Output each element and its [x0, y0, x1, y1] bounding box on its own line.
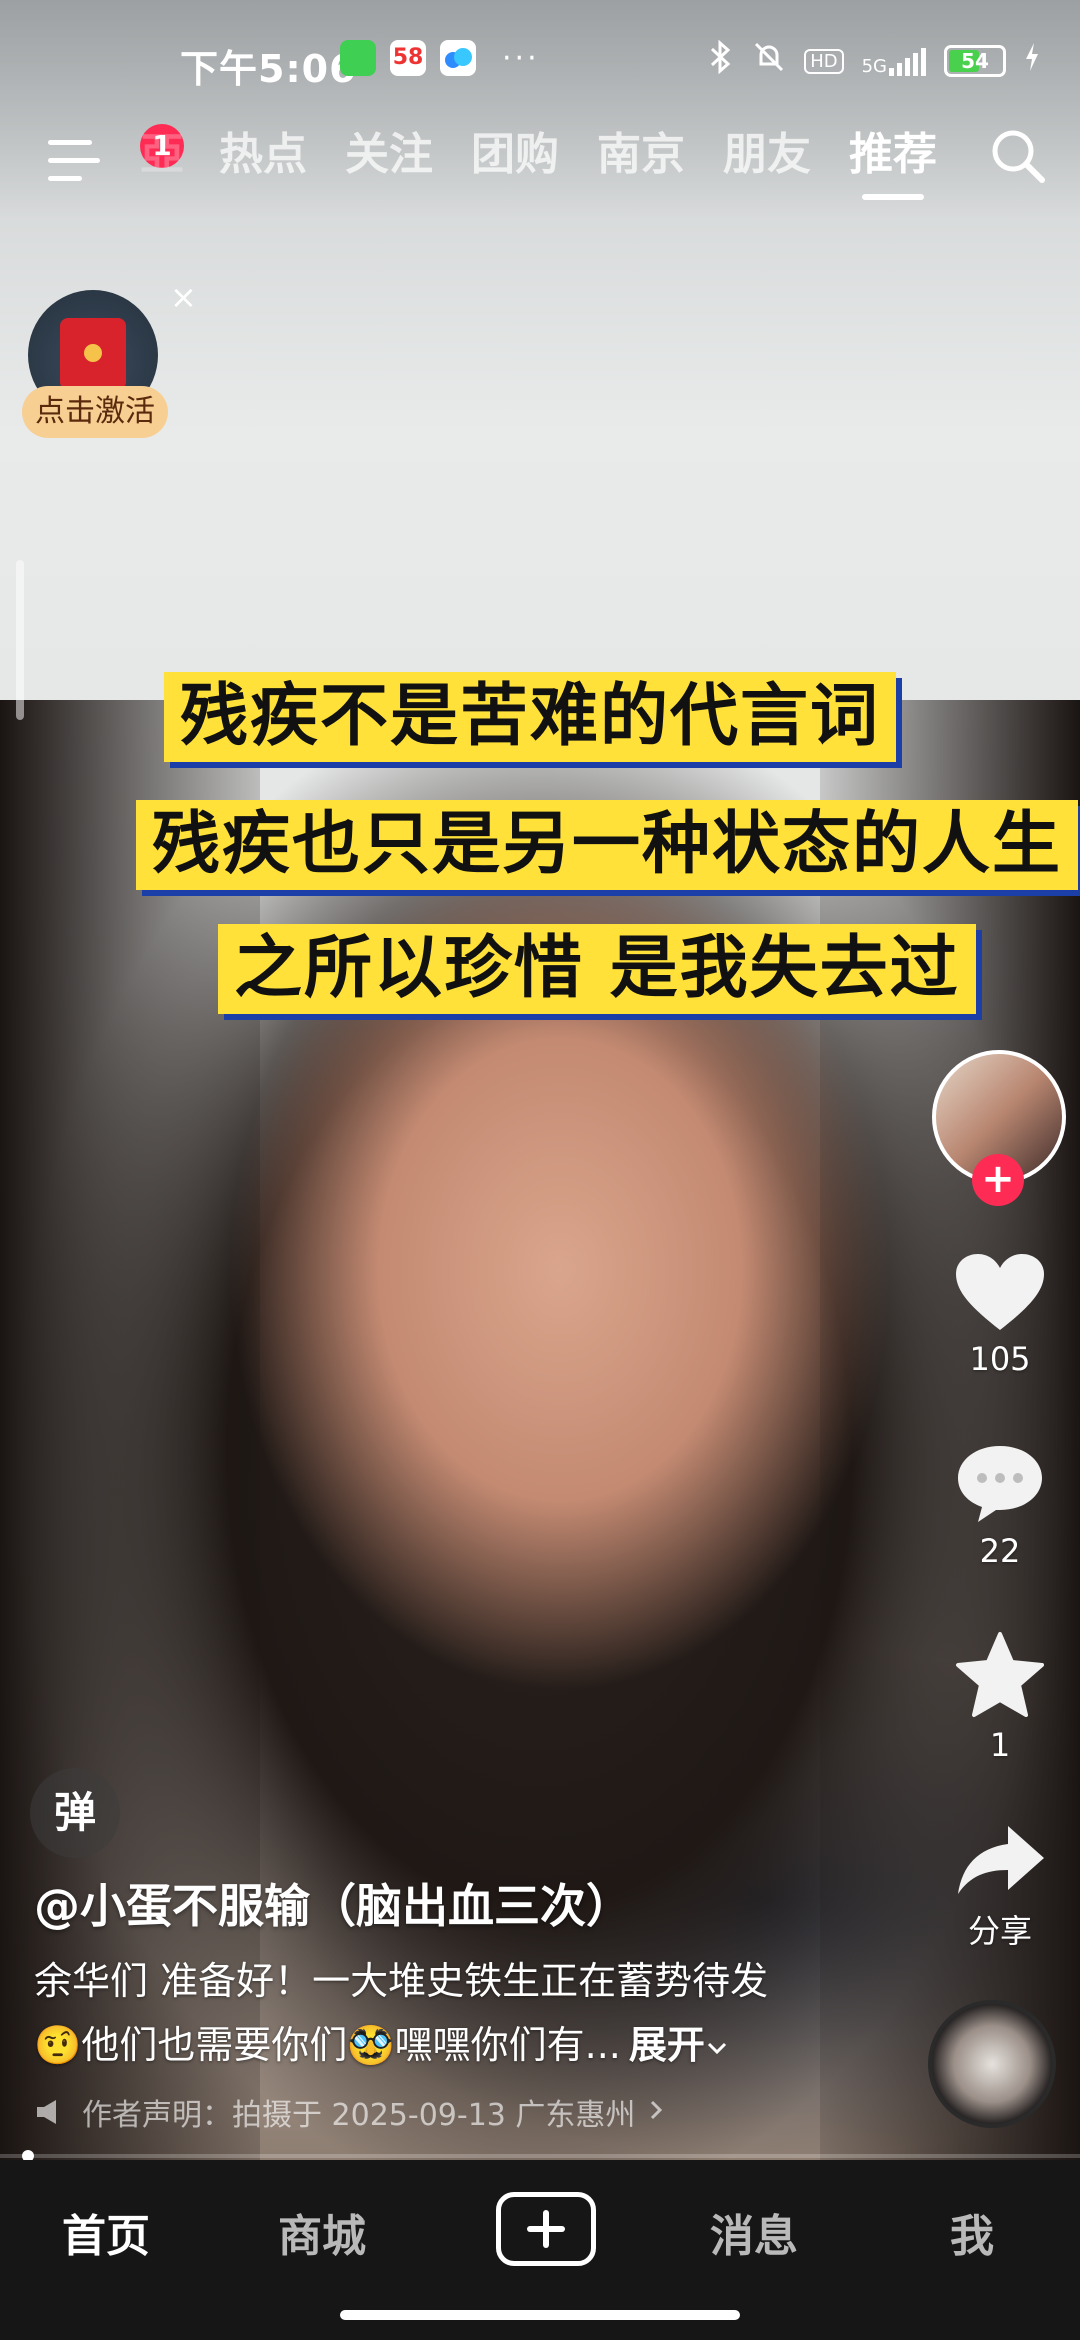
tab-hot[interactable]: 热点: [200, 120, 326, 200]
home-indicator[interactable]: [340, 2310, 740, 2320]
cloud-app-icon: [440, 40, 476, 76]
screen: { "status_bar": { "time": "下午5:06", "app…: [0, 0, 1080, 2340]
tab-me[interactable]: 我: [950, 2200, 994, 2264]
status-right-icons: HD 5G 54: [708, 39, 1040, 82]
description-line-1: 余华们 准备好！一大堆史铁生正在蓄势待发: [34, 1959, 769, 2003]
mute-bell-icon: [752, 40, 786, 82]
menu-button[interactable]: 1: [48, 124, 184, 190]
follow-button[interactable]: +: [972, 1154, 1024, 1206]
signal-bars: [889, 46, 926, 76]
red-packet-label: 点击激活: [22, 386, 168, 438]
more-notifications-icon: ···: [502, 40, 540, 76]
video-progress-bar[interactable]: [0, 2150, 1080, 2162]
side-scroll-handle[interactable]: [16, 560, 24, 720]
share-label: 分享: [967, 1912, 1032, 1950]
search-icon[interactable]: [986, 124, 1050, 188]
expand-button[interactable]: 展开: [629, 2023, 729, 2067]
tab-recommended[interactable]: 推荐: [830, 120, 956, 200]
share-button[interactable]: 分享: [920, 1820, 1080, 1952]
tab-group-buy[interactable]: 团购: [452, 120, 578, 200]
favorite-count: 1: [989, 1726, 1011, 1764]
chevron-down-icon: [705, 2023, 729, 2067]
favorite-button[interactable]: 1: [920, 1630, 1080, 1764]
bottom-tab-bar: 首页 商城 消息 我: [0, 2160, 1080, 2340]
expand-label: 展开: [628, 2023, 705, 2067]
author-statement[interactable]: 作者声明：拍摄于 2025-09-13 广东惠州: [34, 2090, 663, 2134]
video-caption-2: 残疾也只是另一种状态的人生: [136, 800, 1079, 890]
notification-icons: 58 ···: [340, 40, 540, 76]
top-nav: 1 亞 热点 关注 团购 南京 朋友 推荐: [0, 110, 1080, 210]
star-icon: [956, 1632, 1044, 1717]
comment-icon: [958, 1446, 1042, 1522]
status-time: 下午5:06: [180, 47, 357, 91]
close-icon[interactable]: ×: [170, 278, 197, 316]
network-type: 5G: [861, 56, 887, 77]
create-post-button[interactable]: [496, 2192, 596, 2266]
cell-signal-icon: 5G: [862, 46, 926, 76]
nav-tabs: 亞 热点 关注 团购 南京 朋友 推荐: [140, 120, 956, 200]
tab-messages[interactable]: 消息: [710, 2200, 798, 2264]
like-count: 105: [969, 1340, 1031, 1378]
hd-badge: HD: [804, 48, 844, 74]
author-name[interactable]: @小蛋不服输（脑出血三次）: [34, 1870, 632, 1936]
plus-icon: [527, 2210, 565, 2248]
tab-partial[interactable]: 亞: [140, 120, 200, 200]
heart-icon: [956, 1254, 1044, 1330]
battery-icon: 54: [944, 45, 1006, 77]
video-caption-3: 之所以珍惜 是我失去过: [218, 924, 976, 1014]
battery-level: 54: [961, 49, 989, 73]
danmu-toggle-button[interactable]: 弹: [30, 1768, 120, 1858]
author-statement-text: 作者声明：拍摄于 2025-09-13 广东惠州: [82, 2098, 636, 2133]
charging-icon: [1024, 43, 1040, 79]
tab-following[interactable]: 关注: [326, 120, 452, 200]
wechat-notification-icon: [340, 40, 376, 76]
status-bar: 下午5:06 58 ··· HD 5G 54: [0, 30, 1080, 94]
share-arrow-icon: [958, 1826, 1044, 1894]
video-hair-left: [0, 700, 260, 2160]
description-text: 🤨他们也需要你们🥸嘿嘿你们有...: [34, 2023, 621, 2067]
music-disc[interactable]: [928, 2000, 1056, 2128]
comment-button[interactable]: 22: [920, 1440, 1080, 1570]
tab-home[interactable]: 首页: [62, 2200, 150, 2264]
red-envelope-icon: [60, 318, 126, 390]
bluetooth-icon: [708, 39, 734, 82]
megaphone-icon: [37, 2100, 56, 2124]
tab-nanjing[interactable]: 南京: [578, 120, 704, 200]
description-line-2: 🤨他们也需要你们🥸嘿嘿你们有... 展开: [34, 2014, 729, 2069]
app-58-icon: 58: [390, 40, 426, 76]
chevron-right-icon: [649, 2095, 663, 2130]
like-button[interactable]: 105: [920, 1250, 1080, 1378]
video-caption-1: 残疾不是苦难的代言词: [164, 672, 897, 762]
red-packet-widget[interactable]: 点击激活 ×: [22, 278, 197, 440]
comment-count: 22: [979, 1532, 1021, 1570]
tab-friends[interactable]: 朋友: [704, 120, 830, 200]
tab-mall[interactable]: 商城: [278, 2200, 366, 2264]
